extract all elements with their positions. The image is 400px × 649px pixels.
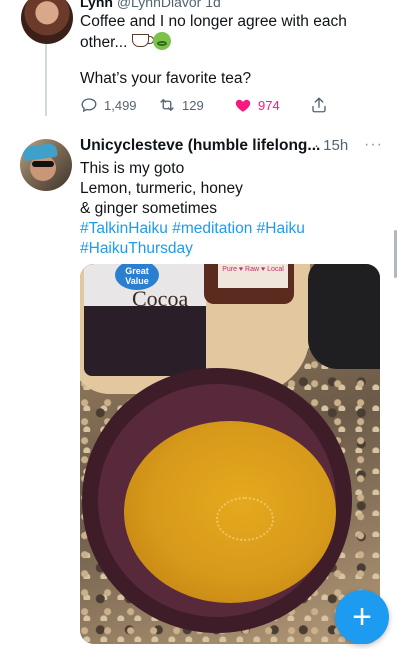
like-button[interactable]: 974 [234,96,280,114]
avatar-unicyclesteve[interactable] [20,139,72,191]
turmeric-tea [124,421,336,603]
tweet2-time: · 15h [314,137,349,154]
tweet1-time: 1d [205,0,221,10]
tweet2-line: & ginger sometimes [80,200,217,217]
reply-button[interactable]: 1,499 [80,96,137,114]
tea-swirl [216,497,274,541]
tweet1-line1: Coffee and I no longer agree with each [80,13,347,30]
share-button[interactable] [310,96,328,114]
avatar-lynn[interactable] [21,0,73,44]
tweet1-author-handle: @LynnDiavor [116,0,202,10]
cocoa-product-text: Cocoa [132,286,189,311]
avatar-sunglasses [32,161,54,167]
tweet1-line2: other... [80,34,128,51]
tweet2-line: This is my goto [80,160,185,177]
tea-bowl-inner [98,384,336,617]
retweet-count: 129 [182,97,204,113]
tweet1-action-bar: 1,499 129 974 [80,96,380,116]
retweet-button[interactable]: 129 [158,96,204,114]
tweet1-line2-wrap: other... [80,32,380,53]
coffee-emoji-icon [131,34,154,47]
retweet-icon [160,99,174,111]
hashtag-row: #TalkinHaiku #meditation #Haiku [80,219,380,239]
honey-jar-label: Pure ♥ Raw ♥ Local [218,264,288,288]
tweet2-photo[interactable]: Great Value Cocoa Pure ♥ Raw ♥ Local [80,264,380,644]
nauseated-face-emoji-icon [153,32,172,50]
hashtag-link[interactable]: #HaikuThursday [80,240,193,257]
kitchen-appliance [308,264,380,369]
tweet2-line: Lemon, turmeric, honey [80,180,243,197]
plus-icon: + [352,598,372,636]
tweet1-question: What’s your favorite tea? [80,70,252,87]
scrollbar[interactable] [394,230,397,278]
thread-connector [45,44,47,116]
hashtag-link[interactable]: #Haiku [257,220,305,237]
hashtag-row: #HaikuThursday [80,239,380,259]
share-icon [312,97,326,113]
reply-icon [81,98,97,113]
heart-filled-icon [235,99,251,112]
tweet1-text: Coffee and I no longer agree with each o… [80,12,380,53]
reply-count: 1,499 [104,97,137,113]
tea-bowl [82,368,352,633]
hashtag-link[interactable]: #meditation [172,220,252,237]
compose-tweet-button[interactable]: + [335,590,389,644]
tweet1-header: Lynn @LynnDiavor 1d [80,0,221,10]
more-options-icon[interactable]: ··· [364,136,383,154]
tweet1-author-name[interactable]: Lynn [80,0,113,10]
tweet2-author-name[interactable]: Unicyclesteve (humble lifelong... [80,137,320,155]
hashtag-link[interactable]: #TalkinHaiku [80,220,168,237]
tweet2-text: This is my goto Lemon, turmeric, honey &… [80,159,380,259]
like-count: 974 [258,97,280,113]
